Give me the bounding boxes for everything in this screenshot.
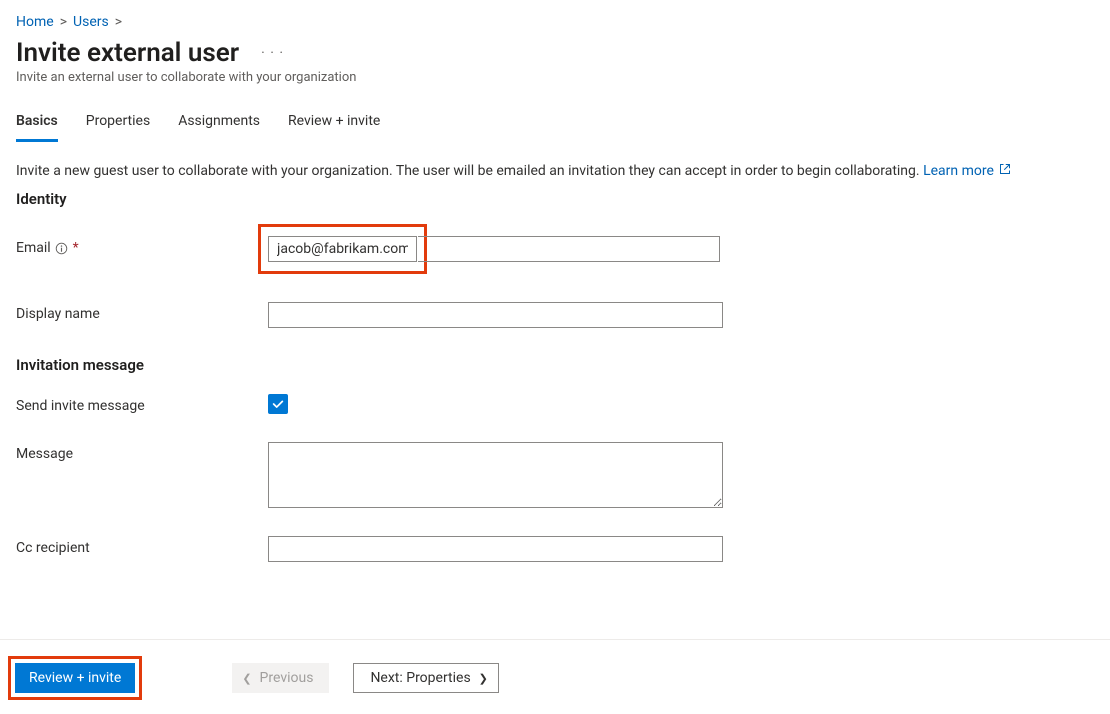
page-title: Invite external user (16, 38, 239, 68)
more-actions-button[interactable]: · · · (255, 43, 290, 63)
email-label-text: Email (16, 240, 51, 256)
required-indicator: * (73, 240, 79, 256)
content: Invite a new guest user to collaborate w… (16, 161, 1094, 562)
next-button[interactable]: Next: Properties ❯ (353, 663, 498, 693)
breadcrumb-separator: > (60, 14, 67, 30)
cc-recipient-field[interactable] (268, 536, 723, 562)
display-name-label: Display name (16, 302, 268, 322)
tab-basics[interactable]: Basics (16, 113, 58, 142)
review-invite-button[interactable]: Review + invite (15, 663, 135, 693)
email-label: Email * (16, 236, 268, 256)
breadcrumb-users[interactable]: Users (73, 14, 109, 30)
breadcrumb-home[interactable]: Home (16, 14, 54, 30)
tab-assignments[interactable]: Assignments (178, 113, 260, 142)
page-header: Invite external user · · · (16, 38, 1094, 68)
form-row-message: Message (16, 442, 1094, 508)
cc-label: Cc recipient (16, 536, 268, 556)
info-icon[interactable] (55, 242, 68, 255)
send-invite-checkbox[interactable] (268, 394, 288, 414)
email-field-extension (418, 236, 720, 262)
breadcrumb: Home > Users > (16, 14, 1094, 30)
next-label: Next: Properties (370, 670, 470, 686)
tab-review-invite[interactable]: Review + invite (288, 113, 380, 142)
breadcrumb-separator: > (115, 14, 122, 30)
tab-properties[interactable]: Properties (86, 113, 150, 142)
intro-text: Invite a new guest user to collaborate w… (16, 161, 1094, 182)
email-highlight (258, 224, 427, 274)
chevron-right-icon: ❯ (479, 672, 488, 685)
form-row-display-name: Display name (16, 302, 1094, 328)
nav-buttons: ❮ Previous Next: Properties ❯ (232, 663, 499, 693)
message-field[interactable] (268, 442, 723, 508)
send-invite-label: Send invite message (16, 394, 268, 414)
form-row-cc: Cc recipient (16, 536, 1094, 562)
review-invite-highlight: Review + invite (8, 656, 142, 700)
message-label: Message (16, 442, 268, 462)
email-field[interactable] (268, 236, 417, 262)
intro-text-body: Invite a new guest user to collaborate w… (16, 163, 923, 179)
form-row-send-invite: Send invite message (16, 394, 1094, 414)
external-link-icon (999, 161, 1011, 182)
tabs: Basics Properties Assignments Review + i… (16, 113, 1094, 143)
previous-button[interactable]: ❮ Previous (232, 663, 329, 693)
footer: Review + invite ❮ Previous Next: Propert… (0, 639, 1110, 714)
learn-more-link[interactable]: Learn more (923, 163, 994, 179)
previous-label: Previous (260, 670, 314, 686)
page-subtitle: Invite an external user to collaborate w… (16, 70, 1094, 85)
section-identity: Identity (16, 190, 1094, 208)
display-name-field[interactable] (268, 302, 723, 328)
section-invitation-message: Invitation message (16, 356, 1094, 374)
form-row-email: Email * (16, 236, 1094, 274)
chevron-left-icon: ❮ (242, 672, 251, 685)
